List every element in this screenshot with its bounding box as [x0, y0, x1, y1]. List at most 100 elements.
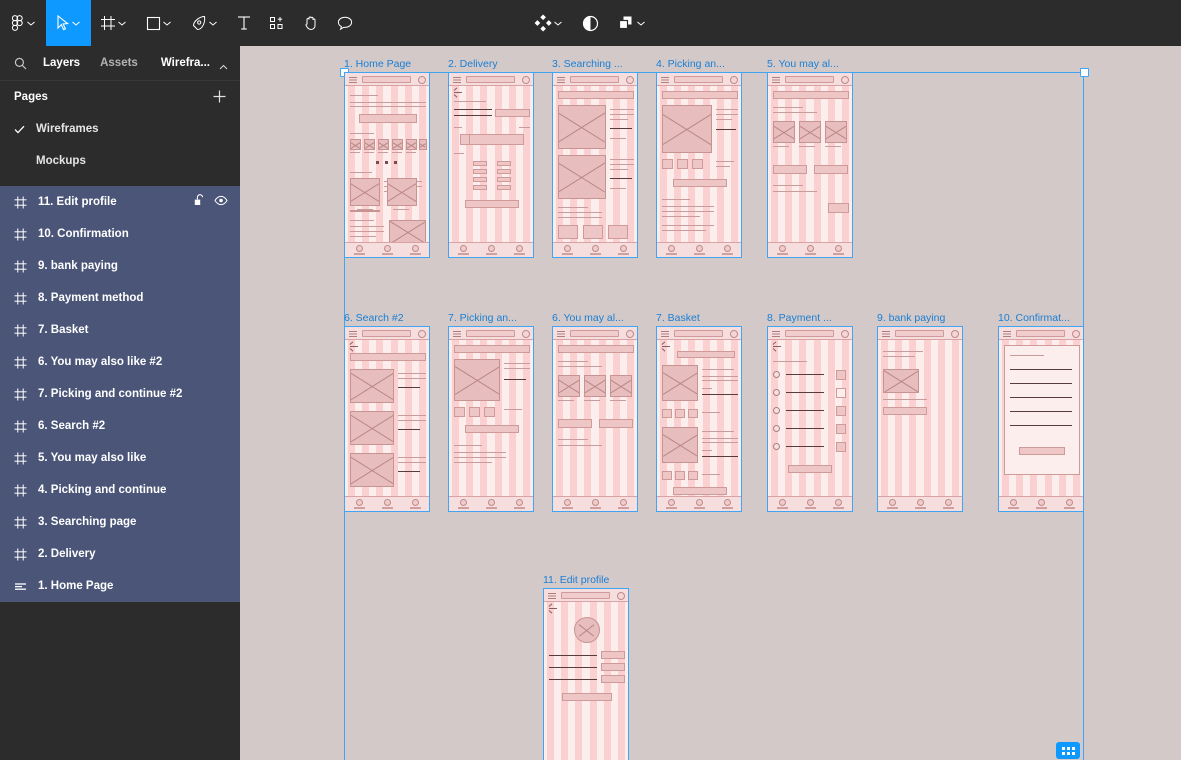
chevron-down-icon[interactable] — [161, 21, 173, 26]
page-label: Mockups — [36, 155, 86, 167]
frame-label-2-delivery[interactable]: 2. Delivery — [448, 58, 498, 70]
frame-icon — [14, 260, 38, 273]
frame-label-7-picking-and-continue-2[interactable]: 7. Picking an... — [448, 312, 517, 324]
move-tool-icon[interactable] — [46, 0, 91, 46]
layer-label: 11. Edit profile — [38, 196, 117, 208]
pages-list: Wireframes Mockups — [0, 113, 240, 177]
frame-icon — [14, 356, 38, 369]
frame-label-7-basket[interactable]: 7. Basket — [656, 312, 700, 324]
pages-header: Pages — [0, 81, 240, 113]
pages-title: Pages — [14, 91, 48, 103]
frame-icon — [14, 452, 38, 465]
wireframe-content-basket — [657, 327, 741, 511]
layer-row-7-picking-and-continue-2[interactable]: 7. Picking and continue #2 — [0, 378, 240, 410]
layer-label: 6. You may also like #2 — [38, 356, 163, 368]
page-label: Wireframes — [36, 123, 99, 135]
plugin-grid-button[interactable] — [1056, 742, 1080, 759]
layer-row-5-you-may-also-like[interactable]: 5. You may also like — [0, 442, 240, 474]
frame-tool-icon[interactable] — [91, 0, 137, 46]
frame-4-picking-and-continue[interactable] — [656, 72, 742, 258]
unlock-icon[interactable] — [194, 194, 205, 210]
page-item-wireframes[interactable]: Wireframes — [0, 113, 240, 145]
plus-icon[interactable] — [211, 88, 228, 110]
wireframe-bottom-nav — [999, 496, 1083, 511]
frame-label-5-you-may-also-like[interactable]: 5. You may al... — [767, 58, 839, 70]
layer-row-6-you-may-also-like-2[interactable]: 6. You may also like #2 — [0, 346, 240, 378]
layer-row-6-search-2[interactable]: 6. Search #2 — [0, 410, 240, 442]
pen-tool-icon[interactable] — [182, 0, 228, 46]
shape-tool-icon[interactable] — [137, 0, 182, 46]
layer-row-4-picking-and-continue[interactable]: 4. Picking and continue — [0, 474, 240, 506]
file-name-label[interactable]: Wirefra... — [161, 57, 210, 69]
hand-tool-icon[interactable] — [294, 0, 328, 46]
wireframe-bottom-nav — [657, 242, 741, 257]
frame-icon — [14, 196, 38, 209]
frame-label-4-picking-and-continue[interactable]: 4. Picking an... — [656, 58, 725, 70]
toolbar-left-tools — [0, 0, 362, 46]
canvas[interactable]: 1. Home Page 2. Delivery 3. Searching ..… — [240, 46, 1181, 760]
dev-mode-icon[interactable] — [573, 0, 608, 46]
figma-menu-icon[interactable] — [0, 0, 46, 46]
wireframe-content-you-may-like-2 — [553, 327, 637, 511]
wireframe-bottom-nav — [345, 496, 429, 511]
layer-row-7-basket[interactable]: 7. Basket — [0, 314, 240, 346]
wireframe-bottom-nav — [553, 242, 637, 257]
frame-7-picking-and-continue-2[interactable] — [448, 326, 534, 512]
frame-label-11-edit-profile[interactable]: 11. Edit profile — [543, 574, 609, 586]
chevron-down-icon[interactable] — [207, 21, 219, 26]
present-icon[interactable] — [608, 0, 656, 46]
avatar — [574, 617, 600, 643]
frame-label-8-payment-method[interactable]: 8. Payment ... — [767, 312, 832, 324]
layer-row-2-delivery[interactable]: 2. Delivery — [0, 538, 240, 570]
frame-6-you-may-also-like-2[interactable] — [552, 326, 638, 512]
search-icon[interactable] — [14, 57, 27, 70]
frame-label-10-confirmation[interactable]: 10. Confirmat... — [998, 312, 1070, 324]
frame-3-searching-page[interactable] — [552, 72, 638, 258]
chevron-down-icon[interactable] — [552, 21, 564, 26]
figma-window: Layers Assets Wirefra... Pages Wireframe… — [0, 0, 1181, 760]
frame-9-bank-paying[interactable] — [877, 326, 963, 512]
frame-icon — [14, 388, 38, 401]
layer-row-11-edit-profile[interactable]: 11. Edit profile — [0, 186, 240, 218]
frame-2-delivery[interactable] — [448, 72, 534, 258]
frame-7-basket[interactable] — [656, 326, 742, 512]
visible-eye-icon[interactable] — [214, 195, 228, 209]
wireframe-bottom-nav — [768, 242, 852, 257]
layer-row-9-bank-paying[interactable]: 9. bank paying — [0, 250, 240, 282]
chevron-up-icon[interactable] — [219, 57, 228, 75]
layer-row-8-payment-method[interactable]: 8. Payment method — [0, 282, 240, 314]
chevron-down-icon[interactable] — [635, 21, 647, 26]
page-item-mockups[interactable]: Mockups — [0, 145, 240, 177]
frame-icon — [14, 420, 38, 433]
frame-6-search-2[interactable] — [344, 326, 430, 512]
selection-handle-top-right[interactable] — [1080, 68, 1089, 77]
frame-1-home-page[interactable] — [344, 72, 430, 258]
frame-label-6-search-2[interactable]: 6. Search #2 — [344, 312, 404, 324]
frame-8-payment-method[interactable] — [767, 326, 853, 512]
frame-label-3-searching-page[interactable]: 3. Searching ... — [552, 58, 623, 70]
tab-assets[interactable]: Assets — [100, 57, 138, 69]
chevron-down-icon[interactable] — [116, 21, 128, 26]
layer-row-10-confirmation[interactable]: 10. Confirmation — [0, 218, 240, 250]
tab-layers[interactable]: Layers — [43, 57, 80, 69]
layer-row-1-home-page[interactable]: 1. Home Page — [0, 570, 240, 602]
frame-label-9-bank-paying[interactable]: 9. bank paying — [877, 312, 945, 324]
frame-icon — [14, 548, 38, 561]
chevron-down-icon[interactable] — [25, 21, 37, 26]
panel-tab-bar: Layers Assets Wirefra... — [0, 46, 240, 81]
frame-10-confirmation[interactable] — [998, 326, 1084, 512]
component-tool-icon[interactable] — [260, 0, 294, 46]
frame-label-6-you-may-also-like-2[interactable]: 6. You may al... — [552, 312, 624, 324]
wireframe-content-confirmation — [999, 327, 1083, 511]
text-tool-icon[interactable] — [228, 0, 260, 46]
chevron-down-icon[interactable] — [70, 21, 82, 26]
layer-label: 4. Picking and continue — [38, 484, 167, 496]
frame-label-1-home-page[interactable]: 1. Home Page — [344, 58, 411, 70]
frame-5-you-may-also-like[interactable] — [767, 72, 853, 258]
frame-11-edit-profile[interactable] — [543, 588, 629, 760]
wireframe-content-picking — [657, 73, 741, 257]
comment-tool-icon[interactable] — [328, 0, 362, 46]
actions-icon[interactable] — [525, 0, 573, 46]
wireframe-bottom-nav — [878, 496, 962, 511]
layer-row-3-searching-page[interactable]: 3. Searching page — [0, 506, 240, 538]
